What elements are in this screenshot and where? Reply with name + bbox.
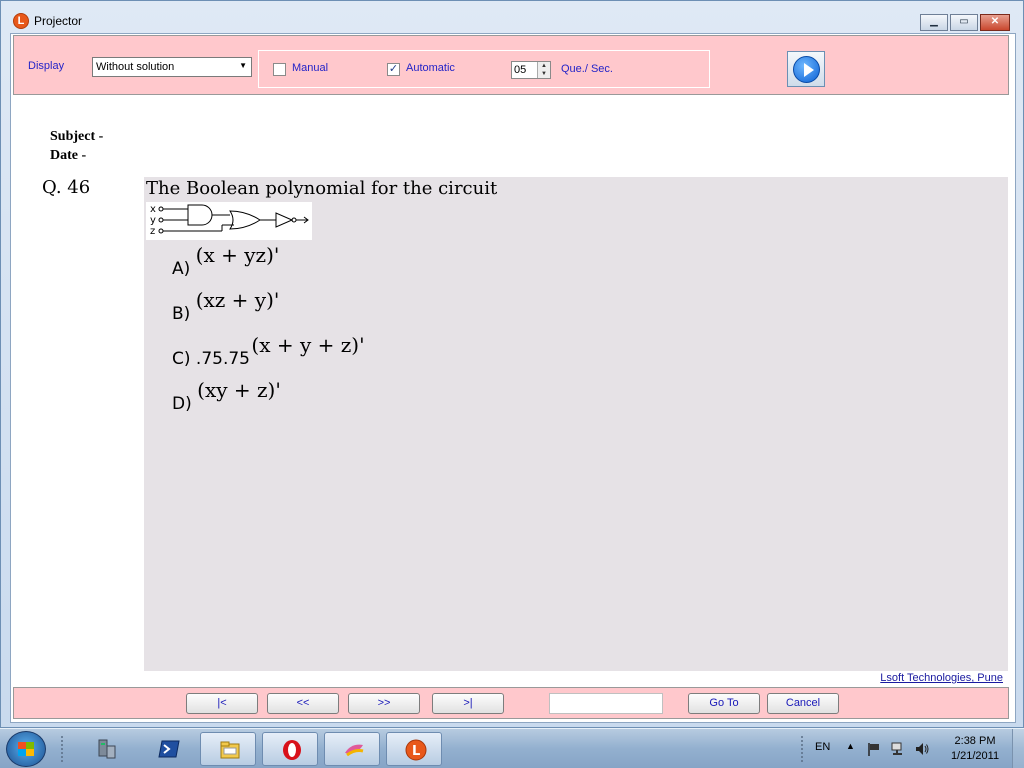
projector-window: L Projector ▁ ▭ ✕ Display Without soluti… xyxy=(0,0,1024,728)
option-label: C) xyxy=(172,349,191,369)
volume-icon[interactable] xyxy=(914,741,930,757)
maximize-button[interactable]: ▭ xyxy=(950,14,978,31)
display-dropdown-value: Without solution xyxy=(96,61,175,73)
tray-grip[interactable] xyxy=(800,735,804,763)
header-panel: Subject - Date - xyxy=(40,97,840,173)
play-icon xyxy=(793,56,820,83)
option-b: B) (xz + y)' xyxy=(172,288,279,324)
credit-link[interactable]: Lsoft Technologies, Pune xyxy=(880,672,1003,684)
circuit-input-z: z xyxy=(150,226,155,237)
logic-circuit-diagram: x y z xyxy=(146,202,312,240)
play-button[interactable] xyxy=(787,51,825,87)
first-question-button[interactable]: |< xyxy=(186,693,258,714)
question-number: Q. 46 xyxy=(42,177,91,198)
option-a: A) (x + yz)' xyxy=(172,243,279,279)
server-manager-icon[interactable] xyxy=(78,732,134,766)
show-desktop-button[interactable] xyxy=(1012,729,1024,768)
option-expression: (xy + z)' xyxy=(197,378,281,402)
settings-toolbar: Display Without solution ▼ Manual ✓ Auto… xyxy=(13,35,1009,95)
caption-buttons: ▁ ▭ ✕ xyxy=(920,14,1010,31)
display-dropdown[interactable]: Without solution ▼ xyxy=(92,57,252,77)
action-center-flag-icon[interactable] xyxy=(866,741,882,757)
date-label: Date - xyxy=(50,148,87,163)
next-question-button[interactable]: >> xyxy=(348,693,420,714)
visual-studio-icon[interactable] xyxy=(324,732,380,766)
taskbar: L EN ▲ 2:38 PM 1/21/2011 xyxy=(0,728,1024,768)
mode-group: Manual ✓ Automatic 05 ▲ ▼ Que./ Sec. xyxy=(258,50,710,88)
client-area: Display Without solution ▼ Manual ✓ Auto… xyxy=(10,33,1016,723)
lsoft-projector-icon[interactable]: L xyxy=(386,732,442,766)
option-expression: (xz + y)' xyxy=(195,288,280,312)
goto-button[interactable]: Go To xyxy=(688,693,760,714)
option-d: D) (xy + z)' xyxy=(172,378,281,414)
app-icon[interactable]: L xyxy=(13,13,29,29)
option-label: D) xyxy=(172,394,192,414)
question-text: The Boolean polynomial for the circuit xyxy=(146,178,498,199)
manual-label[interactable]: Manual xyxy=(292,62,328,74)
title-bar[interactable]: L Projector ▁ ▭ ✕ xyxy=(1,1,1023,33)
option-expression: (x + y + z)' xyxy=(251,333,365,357)
opera-icon[interactable] xyxy=(262,732,318,766)
show-hidden-icons-icon[interactable]: ▲ xyxy=(846,741,855,751)
chevron-down-icon: ▼ xyxy=(239,61,247,70)
circuit-input-y: y xyxy=(150,215,156,226)
minimize-button[interactable]: ▁ xyxy=(920,14,948,31)
manual-checkbox[interactable] xyxy=(273,63,286,76)
option-prefix: .75.75 xyxy=(195,349,250,369)
previous-question-button[interactable]: << xyxy=(267,693,339,714)
circuit-input-x: x xyxy=(150,204,156,215)
powershell-icon[interactable] xyxy=(140,732,196,766)
goto-question-input[interactable] xyxy=(549,693,663,714)
last-question-button[interactable]: >| xyxy=(432,693,504,714)
clock-date: 1/21/2011 xyxy=(950,750,1000,762)
spin-down-icon[interactable]: ▼ xyxy=(538,70,550,78)
navigation-bar: |< << >> >| Go To Cancel xyxy=(13,687,1009,719)
start-button[interactable] xyxy=(6,731,46,767)
rate-label: Que./ Sec. xyxy=(561,63,613,75)
spin-buttons: ▲ ▼ xyxy=(537,62,550,78)
display-label: Display xyxy=(28,60,65,72)
option-label: B) xyxy=(172,304,191,324)
question-number-panel: Q. 46 xyxy=(40,175,140,217)
system-clock[interactable]: 2:38 PM 1/21/2011 xyxy=(942,734,1008,764)
automatic-label[interactable]: Automatic xyxy=(406,62,455,74)
option-label: A) xyxy=(172,259,191,279)
window-title: Projector xyxy=(34,14,83,28)
clock-time: 2:38 PM xyxy=(954,735,996,747)
spin-up-icon[interactable]: ▲ xyxy=(538,62,550,70)
rate-value: 05 xyxy=(514,64,527,76)
close-button[interactable]: ✕ xyxy=(980,14,1010,31)
question-area: The Boolean polynomial for the circuit x… xyxy=(144,177,1008,671)
rate-spinner[interactable]: 05 ▲ ▼ xyxy=(511,61,551,79)
subject-label: Subject - xyxy=(50,129,104,144)
svg-text:L: L xyxy=(412,744,420,759)
language-indicator[interactable]: EN xyxy=(815,741,830,753)
taskbar-grip[interactable] xyxy=(60,735,64,763)
option-c: C) .75.75 (x + y + z)' xyxy=(172,333,365,369)
automatic-checkbox[interactable]: ✓ xyxy=(387,63,400,76)
explorer-icon[interactable] xyxy=(200,732,256,766)
cancel-button[interactable]: Cancel xyxy=(767,693,839,714)
network-icon[interactable] xyxy=(890,741,906,757)
windows-logo-icon-lower xyxy=(18,749,34,756)
option-expression: (x + yz)' xyxy=(195,243,280,267)
